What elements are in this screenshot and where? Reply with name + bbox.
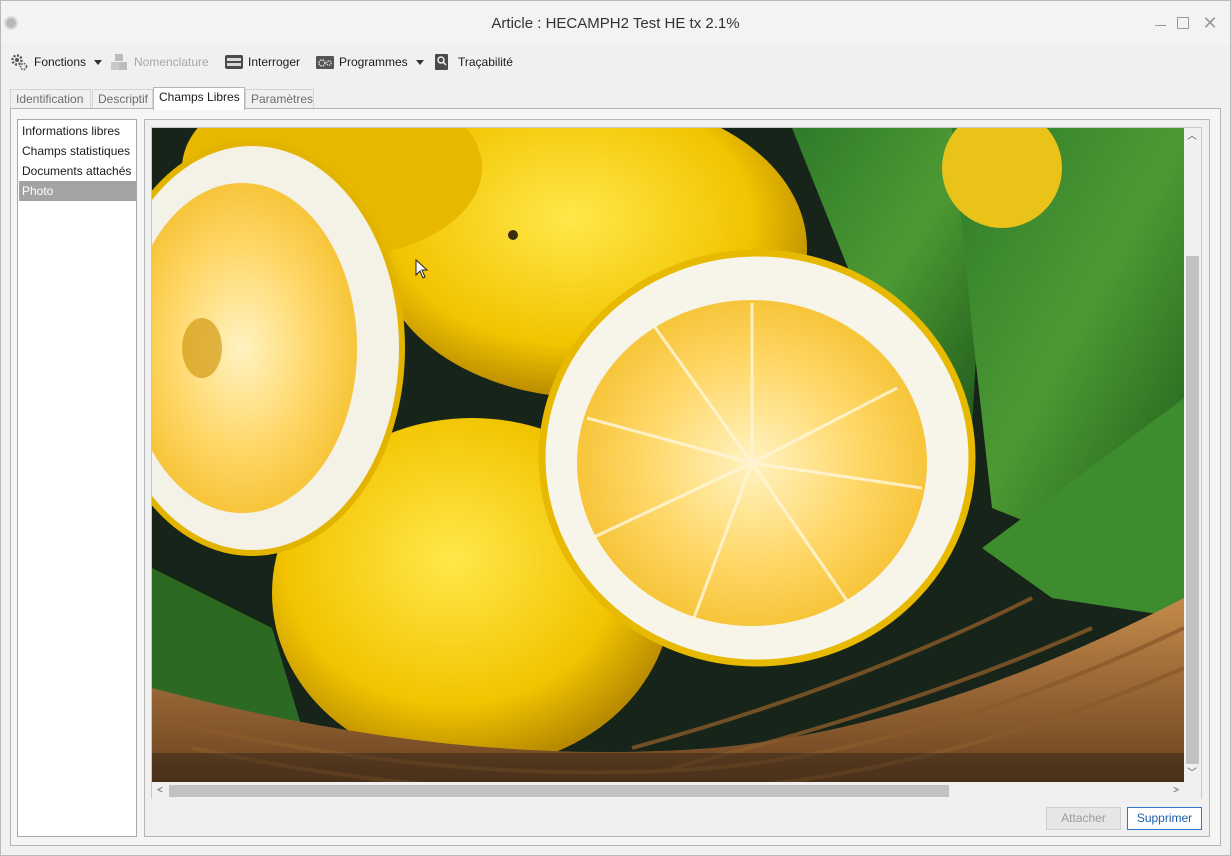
section-list: Informations libres Champs statistiques … [17,119,137,837]
delete-button[interactable]: Supprimer [1127,807,1202,830]
toolbar-nomenclature-label: Nomenclature [134,55,209,69]
trace-search-icon [434,53,452,71]
blocks-icon [110,53,128,71]
chevron-down-icon [415,59,424,65]
mouse-cursor-icon [415,258,429,282]
tab-parametres[interactable]: Paramètres [245,89,314,109]
scroll-up-arrow-icon[interactable]: ︿ [1185,130,1199,144]
database-icon [224,53,243,71]
list-item-champs-statistiques[interactable]: Champs statistiques [19,141,136,161]
chevron-down-icon [94,59,103,65]
toolbar-programmes-label: Programmes [339,55,408,69]
toolbar-interroger-label: Interroger [248,55,301,69]
toolbar-tracabilite-label: Traçabilité [458,55,513,69]
window-title: Article : HECAMPH2 Test HE tx 2.1% [491,15,740,32]
toolbar-tracabilite-button[interactable]: Traçabilité [434,51,513,73]
minimize-icon [1155,25,1166,26]
attach-button[interactable]: Attacher [1046,807,1121,830]
horizontal-scroll-thumb[interactable] [169,785,949,797]
title-bar: Article : HECAMPH2 Test HE tx 2.1% ✕ [1,1,1230,45]
product-photo [152,128,1184,782]
tab-descriptif[interactable]: Descriptif [92,89,153,109]
close-button[interactable]: ✕ [1200,13,1220,33]
maximize-button[interactable] [1174,13,1194,33]
minimize-button[interactable] [1151,13,1171,33]
scroll-down-arrow-icon[interactable]: ﹀ [1185,767,1199,781]
close-icon: ✕ [1202,13,1218,33]
toolbar-interroger-button[interactable]: Interroger [224,51,300,73]
list-item-informations-libres[interactable]: Informations libres [19,121,136,141]
program-icon [315,53,334,71]
list-item-photo[interactable]: Photo [19,181,136,201]
scroll-left-arrow-icon[interactable]: < [153,784,167,798]
article-window: Article : HECAMPH2 Test HE tx 2.1% ✕ Fon… [0,0,1231,856]
maximize-icon [1177,17,1189,29]
toolbar-nomenclature-button[interactable]: Nomenclature [110,51,209,73]
toolbar: Fonctions Nomenclature Interroger Progra… [1,45,1230,77]
scroll-right-arrow-icon[interactable]: > [1169,784,1183,798]
vertical-scroll-thumb[interactable] [1186,256,1199,764]
tab-identification[interactable]: Identification [10,89,91,109]
toolbar-fonctions-button[interactable]: Fonctions [10,51,103,73]
toolbar-programmes-button[interactable]: Programmes [315,51,424,73]
tab-champs-libres[interactable]: Champs Libres [153,87,245,110]
list-item-documents-attaches[interactable]: Documents attachés [19,161,136,181]
gears-icon [10,53,28,71]
toolbar-fonctions-label: Fonctions [34,55,87,69]
